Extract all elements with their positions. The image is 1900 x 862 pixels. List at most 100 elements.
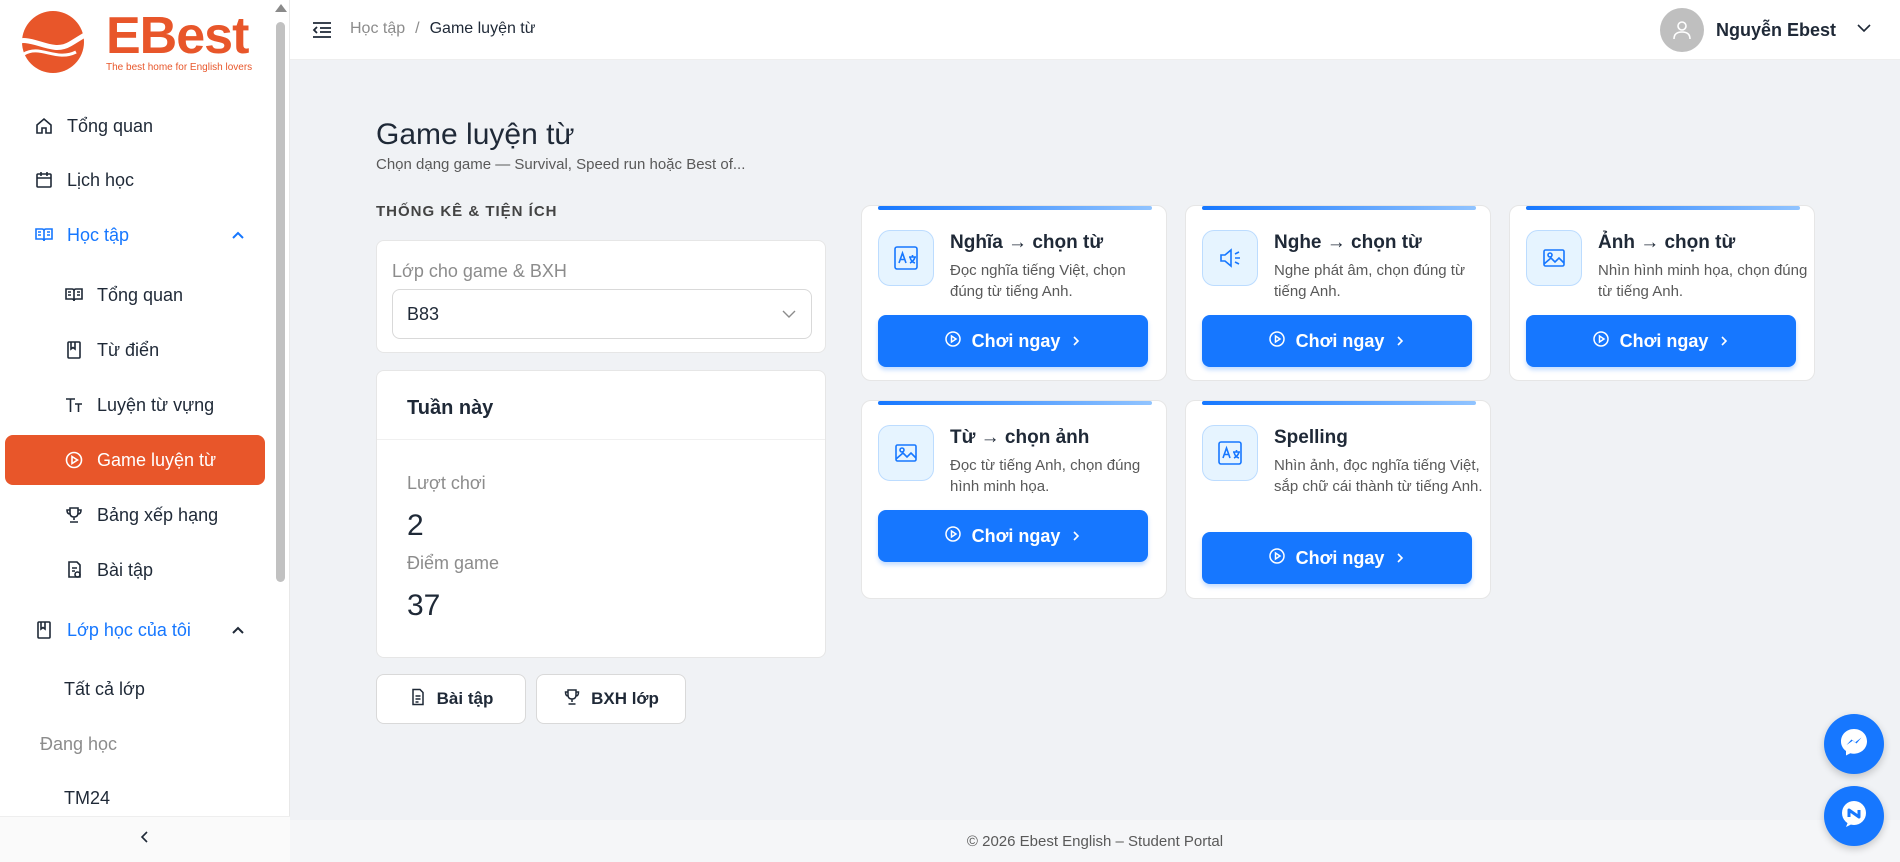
font-size-icon bbox=[63, 394, 85, 416]
breadcrumb-item-study[interactable]: Học tập bbox=[350, 20, 405, 38]
game-card-description: Nhìn hình minh họa, chọn đúng từ tiếng A… bbox=[1598, 262, 1808, 300]
play-circle-icon bbox=[63, 449, 85, 471]
scroll-up-arrow-icon[interactable] bbox=[275, 4, 287, 12]
breadcrumb-item-current: Game luyện từ bbox=[429, 20, 536, 37]
card-accent-bar bbox=[878, 206, 1152, 210]
game-card-title: Spelling bbox=[1274, 427, 1348, 448]
game-card-description: Nghe phát âm, chọn đúng từ tiếng Anh. bbox=[1274, 262, 1466, 300]
game-card-title: Nghĩa → chọn từ bbox=[950, 232, 1104, 253]
sidebar-collapse-button[interactable] bbox=[0, 816, 290, 862]
play-now-button[interactable]: Chơi ngay bbox=[1526, 315, 1796, 367]
user-menu[interactable]: Nguyễn Ebest bbox=[1659, 8, 1872, 52]
file-check-icon bbox=[63, 559, 85, 581]
play-now-label: Chơi ngay bbox=[971, 525, 1061, 546]
sidebar-group-studying: Đang học bbox=[40, 734, 118, 754]
game-card-image-to-word: Ảnh → chọn từ Nhìn hình minh họa, chọn đ… bbox=[1509, 205, 1815, 381]
sidebar-item-schedule[interactable]: Lịch học bbox=[5, 155, 265, 205]
sidebar-item-leaderboard[interactable]: Bảng xếp hạng bbox=[5, 490, 265, 540]
logo[interactable]: EBest The best home for English lovers bbox=[10, 10, 252, 74]
sidebar-item-label: Từ điển bbox=[97, 339, 160, 360]
class-select-card: Lớp cho game & BXH B83 bbox=[376, 240, 826, 353]
logo-name: EBest bbox=[106, 6, 249, 65]
sidebar-item-overview[interactable]: Tổng quan bbox=[5, 101, 265, 151]
sidebar-item-study[interactable]: Học tập bbox=[5, 210, 265, 260]
logo-tagline: The best home for English lovers bbox=[106, 61, 253, 73]
card-accent-bar bbox=[1526, 206, 1800, 210]
play-circle-icon bbox=[1592, 330, 1610, 353]
page-title: Game luyện từ bbox=[376, 118, 575, 151]
sidebar-item-label: Game luyện từ bbox=[97, 449, 217, 470]
class-select[interactable]: B83 bbox=[392, 289, 812, 339]
chevron-right-icon bbox=[1070, 526, 1082, 547]
footer: © 2026 Ebest English – Student Portal bbox=[290, 820, 1900, 862]
class-select-label: Lớp cho game & BXH bbox=[392, 261, 567, 281]
file-text-icon bbox=[409, 688, 427, 711]
homework-button-label: Bài tập bbox=[436, 689, 494, 708]
plays-label: Lượt chơi bbox=[407, 473, 486, 493]
sidebar-class-item[interactable]: TM24 bbox=[64, 788, 110, 809]
messenger-chat-button[interactable] bbox=[1824, 714, 1884, 774]
divider bbox=[377, 439, 825, 440]
top-header: Học tập / Game luyện từ Nguyễn Ebest bbox=[290, 0, 1900, 60]
sidebar-item-label: Học tập bbox=[67, 224, 130, 245]
game-card-description: Đọc từ tiếng Anh, chọn đúng hình minh họ… bbox=[950, 457, 1141, 495]
sidebar-item-label: Lịch học bbox=[67, 169, 135, 190]
menu-fold-icon[interactable] bbox=[310, 18, 334, 42]
home-icon bbox=[33, 115, 55, 137]
sidebar-item-label: Bài tập bbox=[97, 559, 154, 580]
breadcrumb-separator: / bbox=[415, 20, 420, 37]
game-card-description: Nhìn ảnh, đọc nghĩa tiếng Việt, sắp chữ … bbox=[1274, 457, 1483, 495]
avatar bbox=[1659, 8, 1704, 52]
play-now-label: Chơi ngay bbox=[1295, 330, 1385, 351]
sidebar-item-dictionary[interactable]: Từ điển bbox=[5, 325, 265, 375]
score-value: 37 bbox=[407, 589, 441, 622]
chevron-right-icon bbox=[1394, 548, 1406, 569]
trophy-icon bbox=[63, 504, 85, 526]
plays-value: 2 bbox=[407, 509, 424, 542]
score-label: Điểm game bbox=[407, 553, 500, 573]
sidebar-item-word-game[interactable]: Game luyện từ bbox=[5, 435, 265, 485]
image-icon bbox=[1526, 230, 1582, 286]
sidebar-item-vocab-practice[interactable]: Luyện từ vựng bbox=[5, 380, 265, 430]
sidebar-item-all-classes[interactable]: Tất cả lớp bbox=[64, 679, 145, 700]
game-card-description: Đọc nghĩa tiếng Việt, chọn đúng từ tiếng… bbox=[950, 262, 1126, 300]
support-chat-button[interactable] bbox=[1824, 786, 1884, 846]
speaker-icon bbox=[1202, 230, 1258, 286]
play-now-button[interactable]: Chơi ngay bbox=[1202, 532, 1472, 584]
homework-button[interactable]: Bài tập bbox=[376, 674, 526, 724]
play-now-button[interactable]: Chơi ngay bbox=[878, 315, 1148, 367]
game-card-title: Từ → chọn ảnh bbox=[950, 427, 1090, 448]
sidebar-item-label: Luyện từ vựng bbox=[97, 394, 215, 415]
play-now-label: Chơi ngay bbox=[971, 330, 1061, 351]
chevron-right-icon bbox=[1718, 331, 1730, 352]
card-accent-bar bbox=[1202, 206, 1476, 210]
sidebar: EBest The best home for English lovers T… bbox=[0, 0, 290, 862]
section-title: THỐNG KÊ & TIỆN ÍCH bbox=[376, 203, 558, 220]
sidebar-item-label: Lớp học của tôi bbox=[67, 619, 191, 640]
translate-icon bbox=[1202, 425, 1258, 481]
calendar-icon bbox=[33, 169, 55, 191]
game-card-title: Ảnh → chọn từ bbox=[1598, 232, 1736, 253]
play-now-label: Chơi ngay bbox=[1619, 330, 1709, 351]
chevron-down-icon bbox=[781, 306, 797, 327]
chat-bubble-icon bbox=[1838, 798, 1870, 835]
chevron-down-icon bbox=[1856, 20, 1872, 41]
book-open-icon bbox=[33, 224, 55, 246]
class-ranking-button-label: BXH lớp bbox=[591, 689, 659, 708]
book-open-icon bbox=[63, 284, 85, 306]
play-now-button[interactable]: Chơi ngay bbox=[878, 510, 1148, 562]
image-icon bbox=[878, 425, 934, 481]
sidebar-item-my-classes[interactable]: Lớp học của tôi bbox=[5, 605, 265, 655]
sidebar-item-study-overview[interactable]: Tổng quan bbox=[5, 270, 265, 320]
card-accent-bar bbox=[878, 401, 1152, 405]
book-icon bbox=[33, 619, 55, 641]
chevron-up-icon bbox=[231, 226, 245, 247]
play-now-button[interactable]: Chơi ngay bbox=[1202, 315, 1472, 367]
class-select-value: B83 bbox=[407, 304, 440, 324]
game-card-meaning-to-word: Nghĩa → chọn từ Đọc nghĩa tiếng Việt, ch… bbox=[861, 205, 1167, 381]
sidebar-scrollbar[interactable] bbox=[276, 22, 285, 582]
class-ranking-button[interactable]: BXH lớp bbox=[536, 674, 686, 724]
sidebar-item-homework[interactable]: Bài tập bbox=[5, 545, 265, 595]
footer-text: © 2026 Ebest English – Student Portal bbox=[966, 832, 1224, 850]
sidebar-item-label: Tổng quan bbox=[97, 284, 184, 305]
